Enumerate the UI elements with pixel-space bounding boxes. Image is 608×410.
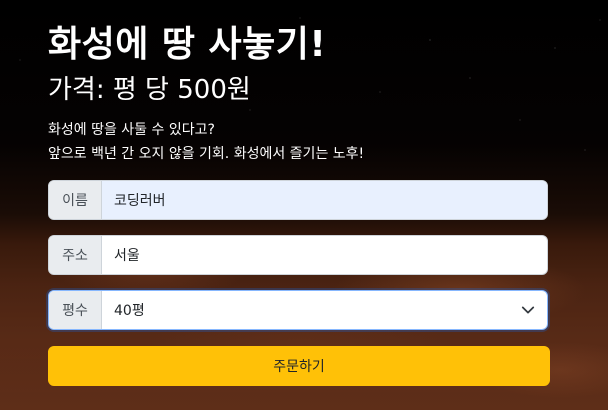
size-field: 평수 40평 <box>48 290 548 330</box>
size-select-row: 40평 <box>114 300 535 320</box>
page-title: 화성에 땅 사놓기! <box>48 24 327 65</box>
page: 화성에 땅 사놓기! 가격: 평 당 500원 화성에 땅을 사둘 수 있다고?… <box>0 0 608 410</box>
description-line-1: 화성에 땅을 사둘 수 있다고? <box>48 122 215 138</box>
size-label: 평수 <box>49 291 102 329</box>
name-label: 이름 <box>49 181 102 219</box>
description-line-2: 앞으로 백년 간 오지 않을 기회. 화성에서 즐기는 노후! <box>48 146 365 162</box>
address-label: 주소 <box>49 236 102 274</box>
address-input[interactable]: 서울 <box>102 236 547 274</box>
address-field: 주소 서울 <box>48 235 548 275</box>
price-subtitle: 가격: 평 당 500원 <box>48 75 251 105</box>
name-input[interactable]: 코딩러버 <box>102 181 547 219</box>
chevron-down-icon <box>521 303 535 317</box>
size-select[interactable]: 40평 <box>102 291 547 329</box>
content-container: 화성에 땅 사놓기! 가격: 평 당 500원 화성에 땅을 사둘 수 있다고?… <box>48 18 550 386</box>
size-selected-value: 40평 <box>114 303 145 319</box>
name-field: 이름 코딩러버 <box>48 180 548 220</box>
order-button[interactable]: 주문하기 <box>48 346 550 386</box>
